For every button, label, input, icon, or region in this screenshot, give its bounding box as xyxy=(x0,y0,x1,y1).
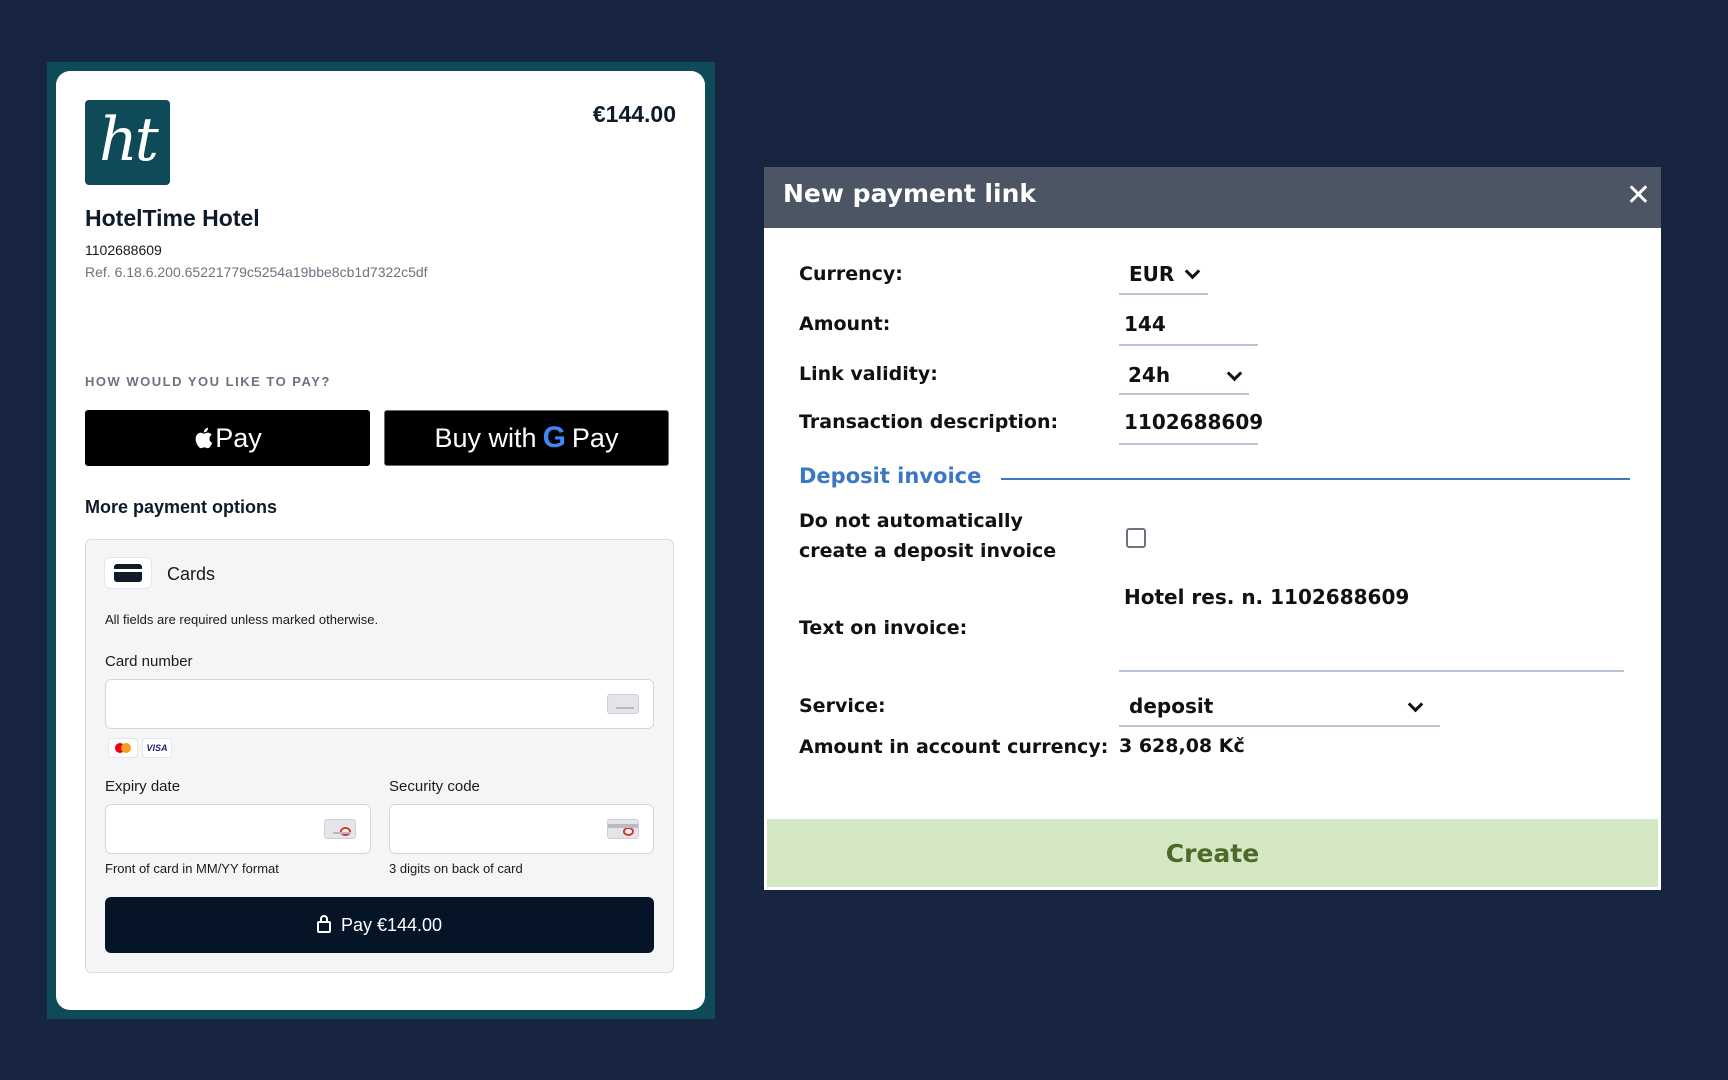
checkout-frame: ht €144.00 HotelTime Hotel 1102688609 Re… xyxy=(47,62,715,1019)
deposit-invoice-section-title: Deposit invoice xyxy=(799,464,982,488)
no-auto-invoice-checkbox[interactable] xyxy=(1126,528,1146,548)
service-underline xyxy=(1119,725,1440,727)
logo-text: ht xyxy=(99,104,159,175)
no-auto-invoice-label-line1: Do not automatically xyxy=(799,510,1023,532)
more-payment-options: More payment options xyxy=(85,497,278,517)
required-note: All fields are required unless marked ot… xyxy=(105,612,379,627)
amount-input[interactable]: 144 xyxy=(1124,312,1166,336)
expiry-input[interactable] xyxy=(105,804,371,854)
security-code-hint: 3 digits on back of card xyxy=(389,861,523,876)
hotel-name: HotelTime Hotel xyxy=(85,205,260,231)
text-on-invoice-underline xyxy=(1119,670,1624,672)
link-validity-select[interactable]: 24h xyxy=(1128,363,1248,387)
apple-pay-label: Pay xyxy=(215,422,262,453)
section-divider xyxy=(1001,478,1630,480)
account-currency-label: Amount in account currency: xyxy=(799,736,1109,758)
apple-pay-button[interactable]: Pay xyxy=(85,410,370,466)
expiry-label: Expiry date xyxy=(105,778,181,795)
cards-tab-label[interactable]: Cards xyxy=(167,564,215,585)
hotel-logo: ht xyxy=(85,100,170,185)
card-number-label: Card number xyxy=(105,653,193,670)
mastercard-icon xyxy=(109,739,137,757)
pay-button[interactable]: Pay €144.00 xyxy=(105,897,654,953)
visa-icon: VISA xyxy=(143,739,171,757)
service-value: deposit xyxy=(1129,694,1214,718)
security-code-label: Security code xyxy=(389,778,480,795)
google-pay-suffix: Pay xyxy=(571,422,619,453)
transaction-description-input[interactable]: 1102688609 xyxy=(1124,410,1263,434)
google-g-icon: G xyxy=(542,421,566,454)
amount-underline xyxy=(1119,344,1258,346)
transaction-description-label: Transaction description: xyxy=(799,411,1059,433)
modal-header: New payment link ✕ xyxy=(764,167,1661,228)
currency-label: Currency: xyxy=(799,263,903,285)
currency-underline xyxy=(1119,293,1208,295)
card-placeholder-icon xyxy=(607,694,639,714)
link-validity-underline xyxy=(1119,393,1249,395)
chevron-down-icon xyxy=(1185,263,1201,280)
checkout-card: ht €144.00 HotelTime Hotel 1102688609 Re… xyxy=(56,71,705,1010)
expiry-hint: Front of card in MM/YY format xyxy=(105,861,279,876)
card-number-input[interactable] xyxy=(105,679,654,729)
chevron-down-icon xyxy=(1226,365,1243,382)
apple-icon xyxy=(195,427,213,449)
cards-panel: Cards All fields are required unless mar… xyxy=(85,539,674,973)
create-button[interactable]: Create xyxy=(767,819,1658,887)
security-code-input[interactable] xyxy=(389,804,654,854)
payment-reference: Ref. 6.18.6.200.65221779c5254a19bbe8cb1d… xyxy=(85,264,428,280)
credit-card-icon[interactable] xyxy=(105,558,151,588)
link-validity-label: Link validity: xyxy=(799,363,938,385)
total-amount: €144.00 xyxy=(592,101,676,127)
currency-value: EUR xyxy=(1129,262,1175,286)
pay-button-label: Pay €144.00 xyxy=(340,914,443,935)
chevron-down-icon xyxy=(1407,696,1424,713)
lock-icon xyxy=(316,915,331,933)
modal-title: New payment link xyxy=(783,179,1036,208)
text-on-invoice-label: Text on invoice: xyxy=(799,617,968,639)
currency-select[interactable]: EUR xyxy=(1129,262,1201,286)
card-back-icon xyxy=(607,819,639,839)
google-pay-button[interactable]: Buy with G Pay xyxy=(384,410,669,466)
no-auto-invoice-label-line2: create a deposit invoice xyxy=(799,540,1057,562)
new-payment-link-modal: New payment link ✕ Currency: EUR Amount:… xyxy=(764,167,1661,890)
link-validity-value: 24h xyxy=(1128,363,1171,387)
pay-prompt: HOW WOULD YOU LIKE TO PAY? xyxy=(85,374,331,389)
card-front-icon xyxy=(324,819,356,839)
amount-label: Amount: xyxy=(799,313,891,335)
close-icon[interactable]: ✕ xyxy=(1626,178,1651,213)
service-select[interactable]: deposit xyxy=(1129,694,1429,718)
reservation-number: 1102688609 xyxy=(85,242,162,258)
transaction-description-underline xyxy=(1119,443,1258,445)
account-currency-value: 3 628,08 Kč xyxy=(1119,735,1245,757)
text-on-invoice-input[interactable]: Hotel res. n. 1102688609 xyxy=(1124,585,1409,609)
google-pay-prefix: Buy with xyxy=(434,422,537,453)
service-label: Service: xyxy=(799,695,886,717)
